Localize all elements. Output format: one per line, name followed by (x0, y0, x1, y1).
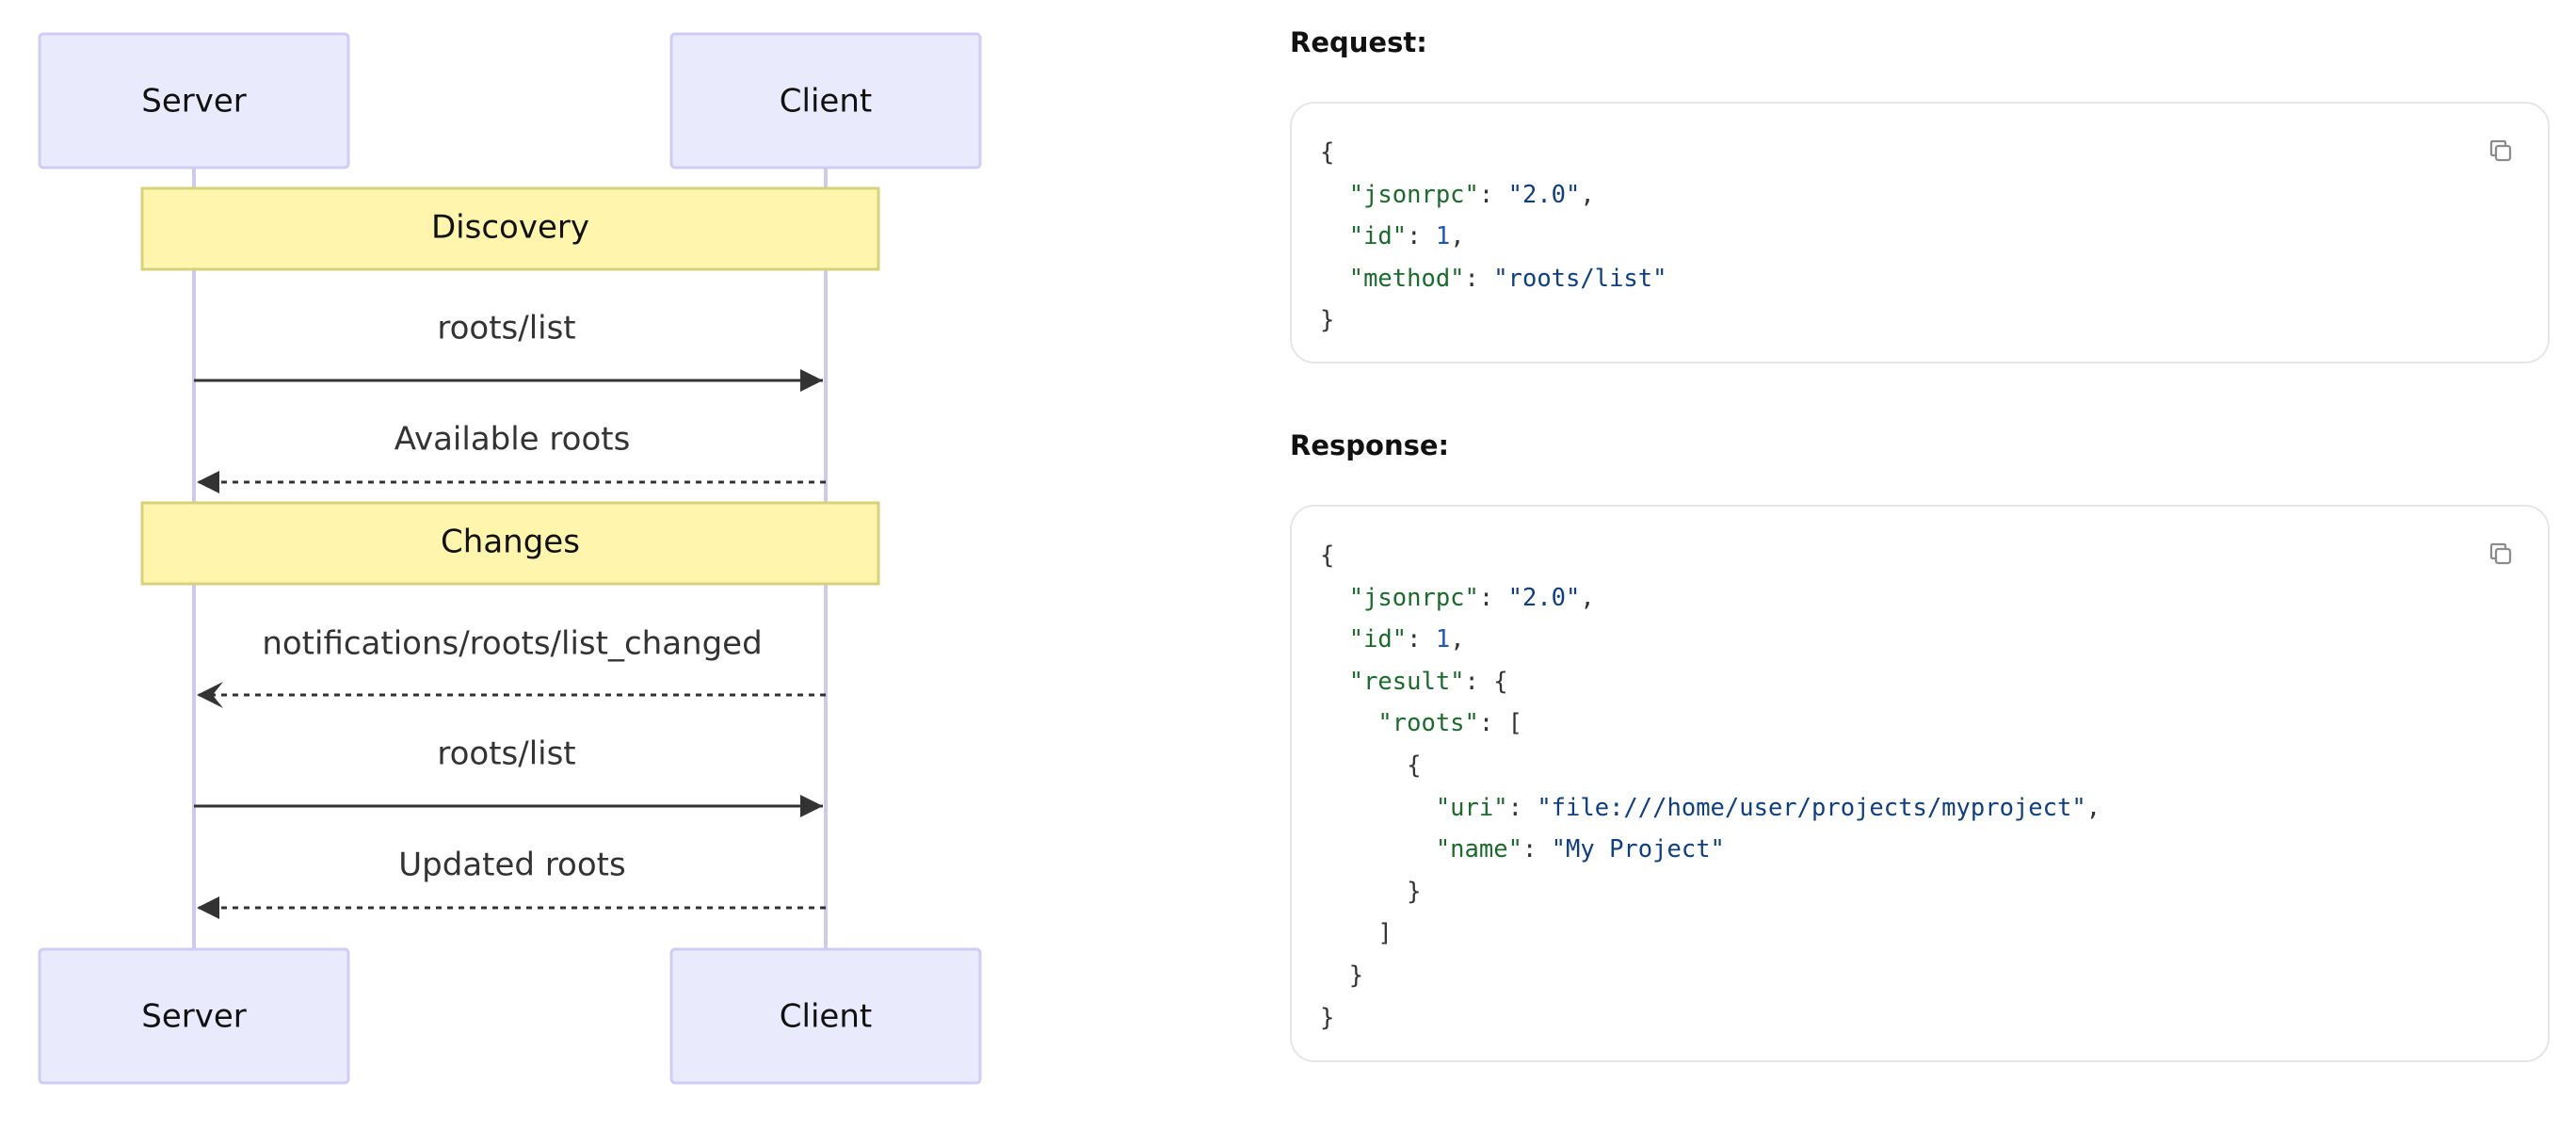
code-line: "jsonrpc": "2.0", (1320, 584, 1595, 612)
server-actor-bottom-label: Server (141, 998, 247, 1036)
code-line: } (1320, 306, 1334, 334)
server-actor-top: Server (38, 32, 350, 170)
code-line: "method": "roots/list" (1320, 265, 1667, 293)
request-code: { "jsonrpc": "2.0", "id": 1, "method": "… (1320, 132, 1667, 342)
json-punctuation: , (1580, 583, 1595, 612)
json-punctuation: : (1407, 625, 1436, 654)
code-line: } (1320, 878, 1421, 906)
json-punctuation: , (1580, 180, 1595, 209)
json-punctuation: , (2085, 793, 2101, 822)
json-string: "file:///home/user/projects/myproject" (1537, 793, 2086, 822)
changes-note-label: Changes (441, 524, 580, 561)
code-line: "uri": "file:///home/user/projects/mypro… (1320, 794, 2101, 822)
client-actor-bottom: Client (669, 947, 982, 1085)
message-roots-list-2-label: roots/list (437, 735, 575, 773)
json-key: "roots" (1377, 709, 1479, 738)
discovery-note: Discovery (140, 186, 880, 271)
message-updated-roots-label: Updated roots (398, 847, 625, 884)
json-punctuation: { (1320, 751, 1422, 780)
json-punctuation (1320, 835, 1436, 864)
copy-icon (2489, 139, 2512, 162)
json-punctuation: : { (1464, 667, 1508, 696)
response-copy-button[interactable] (2482, 535, 2520, 573)
json-punctuation: : (1478, 180, 1508, 209)
client-actor-top-label: Client (780, 83, 872, 121)
json-punctuation (1320, 222, 1349, 250)
code-line: "id": 1, (1320, 222, 1465, 250)
code-line: } (1320, 1004, 1334, 1032)
discovery-note-label: Discovery (431, 209, 589, 247)
json-punctuation: : (1478, 583, 1508, 612)
json-punctuation: { (1320, 138, 1335, 167)
json-punctuation: } (1320, 1003, 1335, 1032)
json-key: "id" (1348, 625, 1408, 654)
json-punctuation: } (1320, 306, 1335, 335)
message-list-changed-label: notifications/roots/list_changed (262, 625, 762, 663)
json-string: "2.0" (1507, 180, 1581, 209)
request-copy-button[interactable] (2482, 132, 2520, 170)
code-line: { (1320, 541, 1334, 570)
code-line: { (1320, 751, 1421, 780)
message-available-roots-label: Available roots (394, 421, 631, 459)
client-actor-top: Client (669, 32, 982, 170)
json-punctuation (1320, 181, 1349, 209)
sequence-diagram: Server Client Discovery roots/list Avail… (38, 32, 982, 1085)
json-punctuation: , (1450, 625, 1465, 654)
json-number: 1 (1435, 625, 1451, 654)
request-code-block: { "jsonrpc": "2.0", "id": 1, "method": "… (1290, 102, 2550, 363)
json-key: "name" (1435, 835, 1522, 864)
client-actor-bottom-label: Client (780, 998, 872, 1036)
json-punctuation: : (1507, 793, 1538, 822)
json-string: "2.0" (1507, 583, 1581, 612)
message-roots-list-label: roots/list (437, 310, 575, 347)
json-punctuation (1320, 625, 1349, 654)
code-line: "id": 1, (1320, 625, 1465, 654)
json-string: "My Project" (1551, 835, 1725, 864)
server-actor-bottom: Server (38, 947, 350, 1085)
json-punctuation: ] (1320, 919, 1393, 948)
json-punctuation: { (1320, 541, 1335, 570)
changes-note: Changes (140, 501, 880, 586)
json-key: "result" (1348, 667, 1465, 696)
json-punctuation: : (1407, 222, 1436, 251)
server-actor-top-label: Server (141, 83, 247, 121)
code-line: "name": "My Project" (1320, 835, 1725, 864)
json-key: "method" (1348, 264, 1465, 293)
copy-icon (2489, 542, 2512, 565)
json-number: 1 (1435, 222, 1451, 251)
json-key: "uri" (1435, 793, 1508, 822)
json-punctuation (1320, 794, 1436, 822)
code-line: ] (1320, 919, 1393, 948)
json-punctuation (1320, 709, 1377, 737)
code-line: "result": { (1320, 668, 1508, 696)
code-line: { (1320, 138, 1334, 167)
json-punctuation: , (1450, 222, 1465, 251)
code-line: "roots": [ (1320, 709, 1522, 737)
json-string: "roots/list" (1493, 264, 1667, 293)
json-punctuation: : (1464, 264, 1494, 293)
json-punctuation: } (1320, 877, 1422, 906)
json-punctuation (1320, 584, 1349, 612)
request-heading: Request: (1290, 26, 1427, 58)
code-line: "jsonrpc": "2.0", (1320, 181, 1595, 209)
json-key: "id" (1348, 222, 1408, 251)
json-punctuation (1320, 668, 1349, 696)
json-key: "jsonrpc" (1348, 583, 1479, 612)
response-heading: Response: (1290, 429, 1450, 461)
json-punctuation (1320, 265, 1349, 293)
code-line: } (1320, 961, 1363, 990)
json-punctuation: : (1521, 835, 1552, 864)
json-punctuation: } (1320, 960, 1364, 990)
response-code: { "jsonrpc": "2.0", "id": 1, "result": {… (1320, 535, 2101, 1039)
json-punctuation: : [ (1478, 709, 1522, 738)
json-key: "jsonrpc" (1348, 180, 1479, 209)
response-code-block: { "jsonrpc": "2.0", "id": 1, "result": {… (1290, 505, 2550, 1062)
